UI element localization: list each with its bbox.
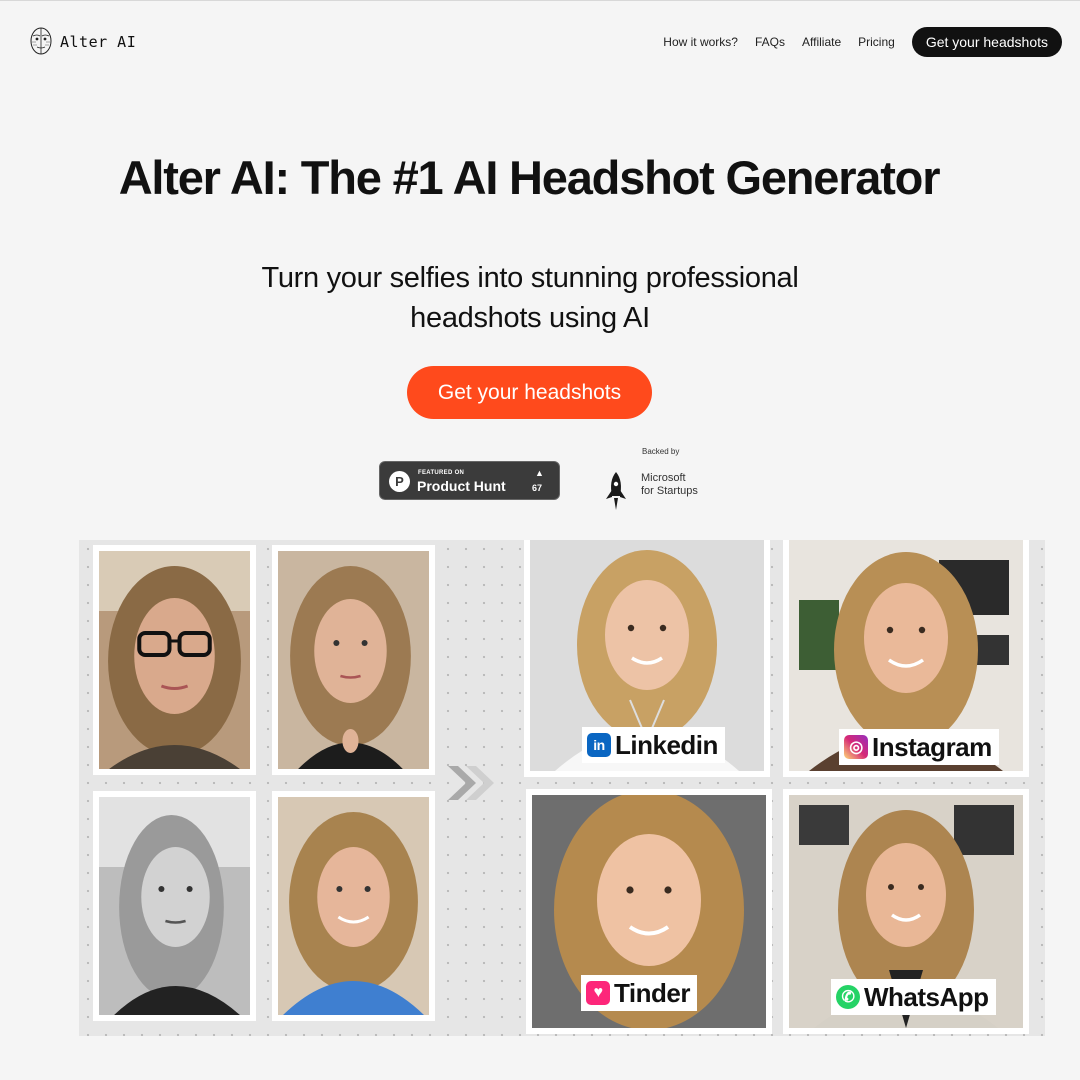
nav-link-affiliate[interactable]: Affiliate [802, 35, 841, 49]
before-after-gallery: in Linkedin ◎ Instagram ♥ Tinder ✆ Whats… [79, 540, 1045, 1036]
ph-vote-count: 67 [532, 483, 543, 493]
backed-by-label: Backed by [642, 447, 680, 456]
ph-name: Product Hunt [417, 478, 506, 494]
upvote-arrow-icon: ▲ [535, 468, 544, 478]
tinder-icon: ♥ [586, 981, 610, 1005]
whatsapp-label-text: WhatsApp [864, 981, 989, 1012]
logo-face-icon [30, 27, 52, 55]
whatsapp-label: ✆ WhatsApp [831, 979, 996, 1015]
top-nav: Alter AI How it works? FAQs Affiliate Pr… [0, 0, 1080, 84]
linkedin-label-text: Linkedin [615, 729, 718, 760]
tinder-label-text: Tinder [614, 977, 690, 1008]
nav-links: How it works? FAQs Affiliate Pricing Get… [663, 27, 1062, 57]
hero-title: Alter AI: The #1 AI Headshot Generator [118, 151, 941, 204]
logo[interactable]: Alter AI [28, 26, 136, 58]
ms-line-1: Microsoft [641, 472, 686, 484]
microsoft-startups-text: Microsoft for Startups [641, 472, 698, 498]
selfie-photo-4 [272, 791, 435, 1021]
selfie-photo-3 [93, 791, 256, 1021]
product-hunt-icon: P [389, 471, 410, 492]
hero-get-headshots-button[interactable]: Get your headshots [407, 366, 652, 419]
product-hunt-badge[interactable]: P FEATURED ON Product Hunt ▲ 67 [379, 461, 560, 500]
linkedin-label: in Linkedin [582, 727, 725, 763]
hero-subtitle-line-1: Turn your selfies into stunning professi… [261, 262, 799, 294]
linkedin-icon: in [587, 733, 611, 757]
hero-subtitle-line-2: headshots using AI [410, 302, 650, 334]
rocket-icon [606, 472, 626, 510]
tinder-label: ♥ Tinder [581, 975, 697, 1011]
double-chevron-right-icon [448, 766, 494, 800]
nav-link-pricing[interactable]: Pricing [858, 35, 895, 49]
nav-get-headshots-button[interactable]: Get your headshots [911, 27, 1062, 57]
instagram-icon: ◎ [844, 735, 868, 759]
hero-subtitle: Turn your selfies into stunning professi… [0, 258, 1060, 338]
instagram-label-text: Instagram [872, 731, 992, 762]
instagram-label: ◎ Instagram [839, 729, 999, 765]
ms-line-2: for Startups [641, 485, 698, 497]
selfie-photo-1 [93, 545, 256, 775]
ph-featured-label: FEATURED ON [418, 470, 465, 476]
selfie-photo-2 [272, 545, 435, 775]
logo-text: Alter AI [60, 33, 137, 51]
whatsapp-icon: ✆ [836, 985, 860, 1009]
nav-link-how-it-works[interactable]: How it works? [663, 35, 738, 49]
nav-link-faqs[interactable]: FAQs [755, 35, 785, 49]
